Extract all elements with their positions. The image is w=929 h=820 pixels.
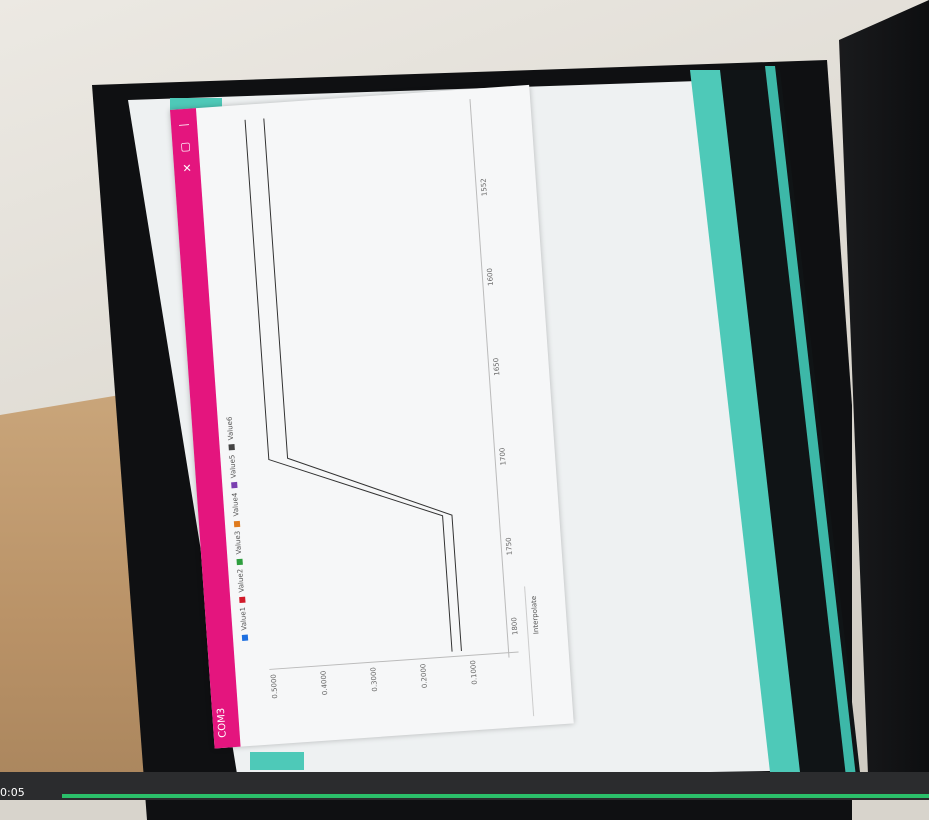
legend-label-6: Value6 — [225, 416, 236, 441]
x-tick-6: 1800 — [510, 616, 520, 636]
serial-plotter-window[interactable]: — ▢ ✕ COM3 Value1 Value2 Value3 Value4 V… — [170, 84, 574, 749]
scrubber-progress — [62, 794, 929, 798]
y-tick-2: 0.4000 — [319, 670, 330, 696]
maximize-button[interactable]: ▢ — [177, 138, 194, 155]
legend-label-2: Value2 — [236, 568, 246, 593]
taskbar-stub-bottom — [250, 752, 304, 770]
plot-svg — [244, 99, 519, 670]
legend-swatch-6 — [228, 444, 235, 451]
minimize-button[interactable]: — — [176, 117, 193, 134]
legend-swatch-1 — [241, 634, 249, 641]
x-tick-2: 1600 — [485, 267, 496, 287]
legend-label-1: Value1 — [238, 606, 249, 631]
plot-axis-bottom — [269, 651, 519, 670]
x-tick-1: 1552 — [479, 178, 489, 197]
legend-swatch-4 — [233, 520, 241, 527]
legend-swatch-3 — [236, 558, 243, 565]
y-tick-4: 0.2000 — [419, 663, 429, 689]
plotter-bottom-bar: Interpolate — [524, 584, 559, 717]
y-tick-1: 0.5000 — [269, 673, 280, 699]
series-line-2 — [263, 118, 462, 652]
plot-axis-right — [469, 99, 510, 658]
plot-area: 0.5000 0.4000 0.3000 0.2000 0.1000 1552 … — [231, 98, 520, 699]
y-tick-3: 0.3000 — [369, 666, 380, 692]
y-tick-5: 0.1000 — [469, 659, 479, 685]
scrubber-track[interactable] — [62, 794, 929, 798]
x-tick-3: 1650 — [492, 357, 502, 376]
series-line-1 — [244, 119, 453, 652]
x-tick-5: 1750 — [504, 537, 514, 556]
video-scrubber[interactable]: 0:05 — [0, 772, 929, 800]
video-time: 0:05 — [0, 786, 25, 799]
close-button[interactable]: ✕ — [179, 160, 196, 177]
x-tick-4: 1700 — [498, 447, 508, 466]
legend-label-3: Value3 — [233, 530, 244, 555]
legend-swatch-2 — [239, 596, 246, 603]
legend-label-5: Value5 — [228, 454, 238, 479]
window-title: COM3 — [215, 707, 229, 739]
interpolate-toggle[interactable]: Interpolate — [530, 596, 541, 635]
legend-label-4: Value4 — [230, 492, 241, 517]
legend-swatch-5 — [231, 482, 238, 489]
